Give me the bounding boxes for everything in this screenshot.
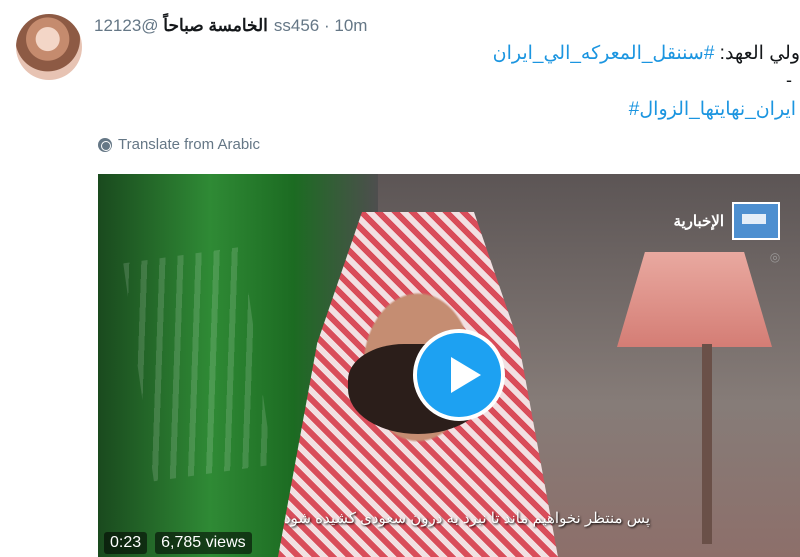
hashtag-link-2[interactable]: #ايران_نهايتها_الزوال: [629, 99, 796, 120]
channel-name: الإخبارية: [673, 213, 724, 230]
tweet-text-line1: ولي العهد: #سننقل_المعركه_الي_ايران: [493, 42, 800, 65]
video-views: 6,785 views: [155, 532, 252, 554]
hashtag-link-1[interactable]: #سننقل_المعركه_الي_ايران: [493, 43, 715, 64]
translate-label: Translate from Arabic: [118, 136, 260, 153]
tweet-text-line3: #ايران_نهايتها_الزوال: [629, 98, 796, 121]
video-lamp-stand: [702, 344, 712, 544]
tweet-text-prefix: ولي العهد:: [714, 43, 800, 64]
globe-icon: [98, 137, 112, 152]
tweet-header: الخامسة صباحاً @12123ss456 · 10m: [94, 16, 367, 36]
play-icon: [451, 357, 481, 393]
site-watermark-icon: ◎: [768, 250, 782, 264]
translate-link[interactable]: Translate from Arabic: [98, 136, 260, 153]
tweet-text-line2: -: [786, 70, 792, 90]
video-duration: 0:23: [104, 532, 148, 554]
video-player[interactable]: الإخبارية ◎ پس منتظر نخواهیم ماند تا نبر…: [98, 174, 800, 557]
video-subtitle: پس منتظر نخواهیم ماند تا نبرد به درون سع…: [283, 510, 650, 527]
user-avatar[interactable]: [16, 14, 82, 80]
video-stats: 0:23 6,785 views: [104, 532, 252, 554]
play-button[interactable]: [413, 329, 505, 421]
display-name[interactable]: الخامسة صباحاً: [163, 16, 268, 35]
